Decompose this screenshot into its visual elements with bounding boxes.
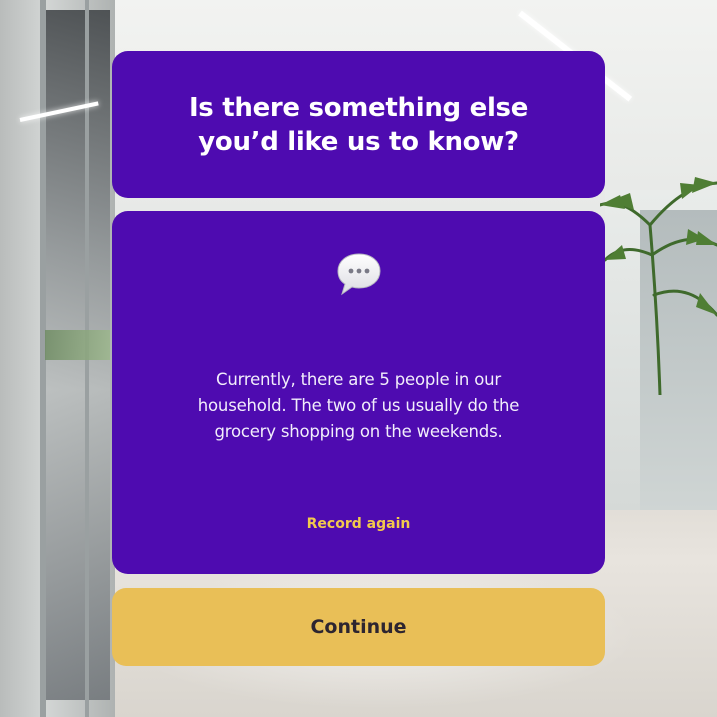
palm-plant [600, 177, 717, 395]
question-title: Is there something else you’d like us to… [188, 93, 529, 157]
answer-card: Currently, there are 5 people in our hou… [112, 211, 605, 574]
greenery-reflection [45, 330, 110, 360]
continue-button[interactable]: Continue [112, 588, 605, 666]
question-card: Is there something else you’d like us to… [112, 51, 605, 198]
record-again-link[interactable]: Record again [112, 516, 605, 532]
screen: Is there something else you’d like us to… [0, 0, 717, 717]
answer-transcript: Currently, there are 5 people in our hou… [197, 370, 520, 441]
speech-bubble-icon [337, 253, 381, 296]
